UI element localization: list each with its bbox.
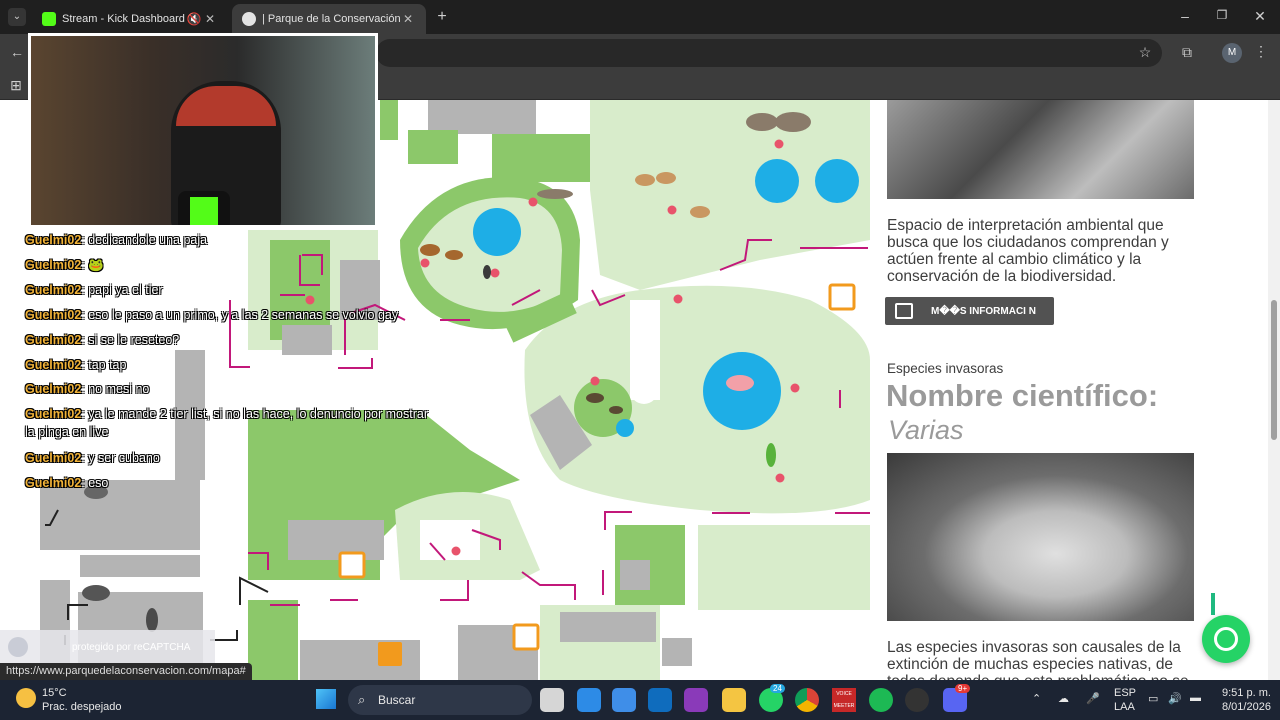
invasive-species-description: Las especies invasoras son causales de l…: [887, 639, 1189, 680]
tab-kick-dashboard[interactable]: Stream - Kick Dashboard 🔇 ✕: [32, 4, 228, 34]
link-status-url: https://www.parquedelaconservacion.com/m…: [0, 663, 252, 680]
search-box[interactable]: ⌕ Buscar: [348, 685, 532, 715]
minimize-icon[interactable]: –: [1176, 8, 1194, 24]
close-window-icon[interactable]: ✕: [1251, 8, 1269, 25]
hedgehog-photo: [887, 453, 1194, 621]
windows-taskbar: 15°C Prac. despejado ⌕ Buscar 24 VOICE M…: [0, 680, 1280, 720]
task-view-icon[interactable]: [540, 688, 564, 712]
chat-message: Guelmi02: tap tap: [25, 358, 127, 372]
chat-message: la pinga en live: [25, 425, 109, 439]
store-icon[interactable]: [612, 688, 636, 712]
chat-message: Guelmi02: papi ya el tier: [25, 283, 163, 297]
chat-message: Guelmi02: eso le paso a un primo, y a la…: [25, 308, 399, 322]
sidebar-accent-bar: [1211, 593, 1215, 615]
interpretation-description: Espacio de interpretación ambiental que …: [887, 217, 1169, 285]
back-icon[interactable]: ←: [8, 44, 26, 60]
recaptcha-icon: [8, 637, 28, 657]
interpretation-center-photo: [887, 100, 1194, 199]
extensions-icon[interactable]: ⧉: [1178, 44, 1196, 61]
microphone-icon[interactable]: 🎤: [1086, 692, 1100, 705]
more-info-button[interactable]: M��S INFORMACI N: [885, 297, 1054, 325]
instagram-icon[interactable]: [684, 688, 708, 712]
mute-icon[interactable]: 🔇: [186, 12, 202, 26]
weather-desc: Prac. despejado: [42, 701, 122, 713]
spotify-icon[interactable]: [869, 688, 893, 712]
battery-icon[interactable]: ▬: [1190, 692, 1201, 704]
clock-date[interactable]: 8/01/2026: [1222, 701, 1271, 713]
chat-message: Guelmi02: dedicandole una paja: [25, 233, 208, 247]
section-label: Especies invasoras: [887, 361, 1004, 376]
recaptcha-badge[interactable]: protegido por reCAPTCHA: [0, 630, 215, 664]
recaptcha-text: protegido por reCAPTCHA: [72, 642, 191, 653]
kick-favicon-icon: [42, 12, 56, 26]
onedrive-icon[interactable]: ☁: [1058, 692, 1069, 705]
tab-bar: ⌄ Stream - Kick Dashboard 🔇 ✕ | Parque d…: [0, 0, 1280, 34]
chat-message: Guelmi02: no mesi no: [25, 382, 150, 396]
profile-avatar[interactable]: M: [1222, 43, 1242, 63]
file-explorer-icon[interactable]: [722, 688, 746, 712]
tab-title: | Parque de la Conservación: [262, 13, 400, 25]
volume-icon[interactable]: 🔊: [1168, 692, 1182, 705]
tab-parque-conservacion[interactable]: | Parque de la Conservación ✕: [232, 4, 426, 34]
page-scrollbar[interactable]: [1268, 100, 1280, 680]
whatsapp-icon: [1214, 627, 1238, 651]
discord-badge: 9+: [955, 684, 971, 693]
widgets-icon[interactable]: [577, 688, 601, 712]
tab-close-icon[interactable]: ✕: [202, 12, 218, 26]
search-placeholder: Buscar: [378, 693, 416, 707]
scientific-name-heading: Nombre científico:: [886, 378, 1159, 413]
weather-icon[interactable]: [16, 688, 36, 708]
scientific-name-value: Varias: [888, 415, 964, 445]
voicemeeter-icon[interactable]: VOICE MEETER: [832, 688, 856, 712]
obs-icon[interactable]: [905, 688, 929, 712]
webcam-overlay: [28, 33, 378, 228]
parque-favicon-icon: [242, 12, 256, 26]
whatsapp-button[interactable]: [1202, 615, 1250, 663]
browser-menu-icon[interactable]: ⋮: [1254, 43, 1268, 60]
outlook-icon[interactable]: [648, 688, 672, 712]
clock-time[interactable]: 9:51 p. m.: [1222, 687, 1271, 699]
network-icon[interactable]: ▭: [1148, 692, 1158, 705]
chat-message: Guelmi02: ya le mande 2 tier list, si no…: [25, 407, 428, 421]
info-sidebar: Espacio de interpretación ambiental que …: [870, 100, 1215, 680]
kick-logo-icon: [178, 191, 230, 225]
scrollbar-thumb[interactable]: [1271, 300, 1277, 440]
whatsapp-badge: 24: [770, 684, 785, 693]
tab-close-icon[interactable]: ✕: [400, 12, 416, 26]
restore-icon[interactable]: ❐: [1213, 8, 1231, 22]
keyboard-layout[interactable]: LAA: [1114, 701, 1135, 713]
chat-message: Guelmi02: 🐸: [25, 258, 104, 272]
new-tab-icon[interactable]: +: [433, 8, 451, 26]
weather-temp: 15°C: [42, 687, 67, 699]
show-hidden-icons[interactable]: ⌃: [1032, 692, 1041, 705]
document-icon: [895, 303, 913, 319]
tab-search-chevron-icon[interactable]: ⌄: [8, 8, 26, 26]
tab-title: Stream - Kick Dashboard: [62, 13, 185, 25]
chat-message: Guelmi02: y ser cubano: [25, 451, 160, 465]
apps-grid-icon[interactable]: ⊞: [8, 77, 24, 94]
chrome-icon[interactable]: [795, 688, 819, 712]
bookmark-star-icon[interactable]: ☆: [1136, 44, 1154, 61]
chat-message: Guelmi02: si se le reseteo?: [25, 333, 180, 347]
address-bar[interactable]: [376, 39, 1162, 67]
language-code[interactable]: ESP: [1114, 687, 1136, 699]
start-button[interactable]: [316, 689, 336, 709]
more-info-label: M��S INFORMACI N: [931, 305, 1036, 317]
search-icon: ⌕: [358, 692, 366, 707]
chat-message: Guelmi02: eso: [25, 476, 109, 490]
